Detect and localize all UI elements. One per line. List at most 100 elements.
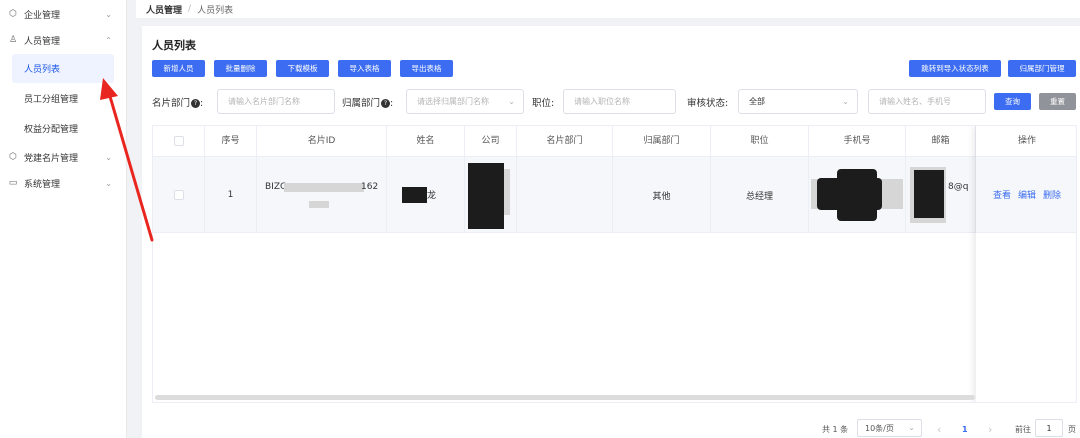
add-person-button[interactable]: 新增人员 — [152, 60, 205, 77]
page-size-select[interactable]: 10条/页 ⌄ — [857, 419, 922, 437]
list-panel: 人员列表 新增人员 批量删除 下载模板 导入表格 导出表格 跳转到导入状态列表 … — [142, 26, 1080, 438]
position-label: 职位: — [532, 98, 555, 109]
edit-link[interactable]: 编辑 — [1018, 188, 1036, 201]
row-checkbox-cell — [153, 157, 205, 233]
redacted-name — [402, 187, 427, 203]
col-card-id: 名片ID — [257, 126, 387, 157]
chevron-down-icon: ⌄ — [105, 9, 112, 19]
breadcrumb-current: 人员列表 — [197, 5, 234, 16]
menu-group-personnel[interactable]: ♙ 人员管理 ⌃ — [0, 27, 126, 53]
horizontal-scrollbar[interactable] — [155, 395, 975, 400]
menu-group-party-cards[interactable]: ⬡ 党建名片管理 ⌄ — [0, 144, 126, 170]
card-dept-input[interactable]: 请输入名片部门名称 — [217, 89, 335, 114]
page-size-value: 10条/页 — [865, 423, 894, 433]
cell-belong-dept: 其他 — [613, 157, 711, 233]
table-header: 序号 名片ID 姓名 公司 名片部门 归属部门 职位 手机号 邮箱 — [153, 126, 1076, 157]
chevron-down-icon: ⌄ — [105, 178, 112, 188]
select-all-checkbox[interactable] — [173, 135, 184, 146]
redacted-email — [914, 170, 944, 218]
audit-status-select[interactable]: 全部 ⌄ — [738, 89, 858, 114]
breadcrumb-separator: / — [188, 4, 192, 14]
main-content: 人员管理 / 人员列表 人员列表 新增人员 批量删除 下载模板 导入表格 导出表… — [136, 0, 1080, 438]
user-icon: ♙ — [8, 35, 18, 45]
menu-group-system[interactable]: ▭ 系统管理 ⌄ — [0, 170, 126, 196]
monitor-icon: ▭ — [8, 178, 18, 188]
goto-page-input[interactable]: 1 — [1035, 419, 1063, 437]
view-link[interactable]: 查看 — [993, 188, 1011, 201]
card-dept-label: 名片部门?: — [152, 95, 203, 109]
next-page-button[interactable]: › — [988, 421, 992, 437]
prev-page-button[interactable]: ‹ — [937, 421, 941, 437]
cell-index: 1 — [205, 157, 257, 233]
breadcrumb: 人员管理 / 人员列表 — [136, 0, 1080, 18]
cell-card-dept — [517, 157, 613, 233]
name-suffix: 龙 — [427, 191, 437, 201]
sidebar-item-rights-allocation[interactable]: 权益分配管理 — [12, 114, 114, 143]
card-id-suffix: 162 — [361, 182, 379, 192]
position-input[interactable]: 请输入职位名称 — [563, 89, 676, 114]
belong-dept-select[interactable]: 请选择归属部门名称 ⌄ — [406, 89, 524, 114]
redacted-phone — [837, 169, 877, 221]
sidebar-item-label: 员工分组管理 — [24, 95, 79, 105]
actions-column: 操作 查看 编辑 删除 — [976, 126, 1076, 402]
help-icon[interactable]: ? — [191, 99, 201, 108]
sidebar-item-personnel-list[interactable]: 人员列表 — [12, 54, 114, 83]
pagination-total: 共 1 条 — [822, 424, 849, 434]
import-table-button[interactable]: 导入表格 — [338, 60, 391, 77]
cell-position: 总经理 — [711, 157, 809, 233]
col-index: 序号 — [205, 126, 257, 157]
menu-group-label: 企业管理 — [24, 10, 61, 21]
keyword-search-input[interactable]: 请输入姓名、手机号 — [868, 89, 986, 114]
chevron-down-icon: ⌄ — [842, 97, 849, 106]
page-unit-label: 页 — [1068, 424, 1076, 434]
page-number-1[interactable]: 1 — [962, 421, 968, 437]
chevron-down-icon: ⌄ — [908, 423, 915, 432]
label-colon: : — [390, 98, 394, 109]
col-actions: 操作 — [976, 126, 1076, 157]
chevron-up-icon: ⌃ — [105, 35, 112, 45]
query-button[interactable]: 查询 — [994, 93, 1031, 110]
email-fragment: 8@q — [948, 182, 969, 192]
export-table-button[interactable]: 导出表格 — [400, 60, 453, 77]
table-row[interactable]: 1 BIZC 162 龙 其他 总经理 8@q — [153, 157, 1076, 233]
delete-link[interactable]: 删除 — [1043, 188, 1061, 201]
menu-group-label: 人员管理 — [24, 36, 61, 47]
belong-dept-label: 归属部门?: — [342, 95, 393, 109]
row-checkbox[interactable] — [173, 190, 184, 200]
label-colon: : — [200, 98, 204, 109]
reset-button[interactable]: 重置 — [1039, 93, 1076, 110]
menu-group-enterprise[interactable]: ⬡ 企业管理 ⌄ — [0, 1, 126, 27]
sidebar: ⬡ 企业管理 ⌄ ♙ 人员管理 ⌃ 人员列表 员工分组管理 权益分配管理 ⬡ 党… — [0, 0, 127, 438]
menu-group-label: 系统管理 — [24, 179, 61, 190]
cell-name: 龙 — [387, 157, 465, 233]
chevron-down-icon: ⌄ — [105, 152, 112, 162]
cell-email: 8@q — [906, 157, 976, 233]
download-template-button[interactable]: 下载模板 — [276, 60, 329, 77]
col-belong-dept: 归属部门 — [613, 126, 711, 157]
col-name: 姓名 — [387, 126, 465, 157]
cell-card-id: BIZC 162 — [257, 157, 387, 233]
belong-dept-placeholder: 请选择归属部门名称 — [417, 97, 489, 106]
audit-status-label: 审核状态: — [687, 98, 729, 109]
col-phone: 手机号 — [809, 126, 906, 157]
help-icon[interactable]: ? — [381, 99, 391, 108]
audit-status-value: 全部 — [749, 97, 765, 106]
belong-dept-label-text: 归属部门 — [342, 98, 381, 109]
hexagon-icon: ⬡ — [9, 152, 17, 162]
sidebar-item-staff-groups[interactable]: 员工分组管理 — [12, 84, 114, 113]
personnel-table: 序号 名片ID 姓名 公司 名片部门 归属部门 职位 手机号 邮箱 1 BIZC… — [152, 125, 1077, 403]
chevron-down-icon: ⌄ — [508, 97, 515, 106]
batch-delete-button[interactable]: 批量删除 — [214, 60, 267, 77]
blurred-card-id — [284, 183, 364, 192]
sidebar-item-label: 人员列表 — [24, 65, 61, 75]
col-email: 邮箱 — [906, 126, 976, 157]
header-checkbox-cell — [153, 126, 205, 157]
card-dept-label-text: 名片部门 — [152, 98, 191, 109]
sidebar-item-label: 权益分配管理 — [24, 125, 79, 135]
redacted-company — [468, 163, 504, 229]
col-card-dept: 名片部门 — [517, 126, 613, 157]
jump-import-status-button[interactable]: 跳转到导入状态列表 — [909, 60, 1001, 77]
col-company: 公司 — [465, 126, 517, 157]
dept-manage-button[interactable]: 归属部门管理 — [1008, 60, 1076, 77]
breadcrumb-root[interactable]: 人员管理 — [146, 3, 182, 16]
